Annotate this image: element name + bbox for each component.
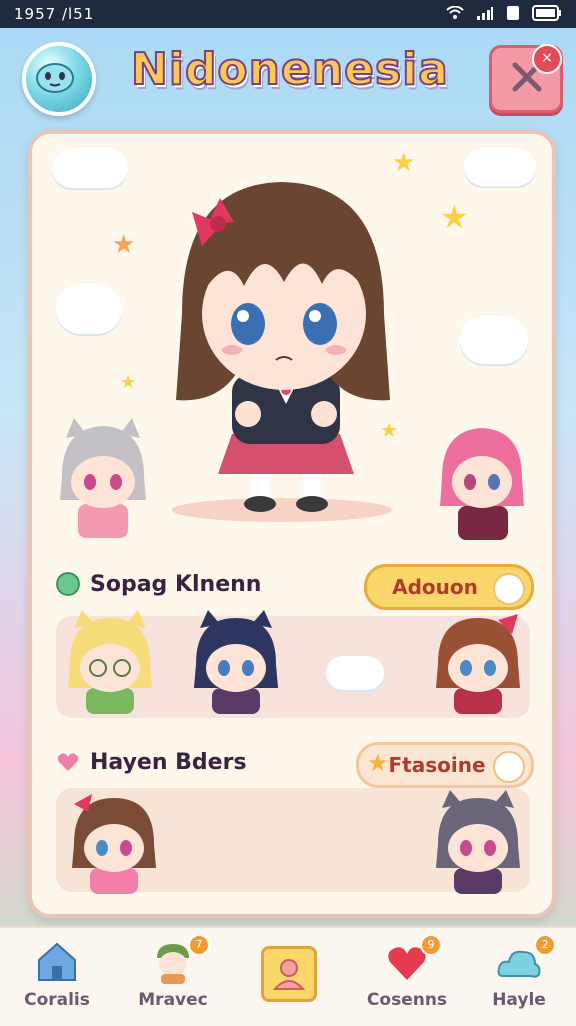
section-action-button[interactable]: Adouon bbox=[364, 564, 534, 610]
battery-icon bbox=[532, 5, 561, 21]
character-pink-hair bbox=[440, 428, 524, 540]
main-card: ★ ★ ★ ★ ★ Sopag Klnenn Adouon Hayen Bder… bbox=[28, 130, 556, 918]
character-row-panel bbox=[56, 788, 530, 894]
character-auburn-bow bbox=[436, 614, 520, 714]
button-label: Adouon bbox=[392, 575, 478, 599]
status-time: 1957 /l51 bbox=[14, 5, 95, 23]
nav-label: Hayle bbox=[492, 990, 546, 1010]
button-label: Ftasoine bbox=[388, 753, 486, 777]
cloud-face-decoration bbox=[326, 656, 384, 690]
nav-label: Cosenns bbox=[366, 990, 448, 1010]
nav-badge: 9 bbox=[420, 934, 442, 956]
character-row-panel bbox=[56, 610, 530, 718]
character-silver-cat bbox=[60, 418, 146, 538]
cloud-face-decoration bbox=[460, 316, 528, 364]
gem-icon bbox=[56, 572, 80, 596]
character-grey-cat bbox=[436, 790, 520, 894]
profile-button bbox=[261, 946, 317, 1002]
nav-label: Mravec bbox=[138, 990, 208, 1010]
character-blonde-cat bbox=[68, 610, 152, 714]
nav-badge: 7 bbox=[188, 934, 210, 956]
nav-item-profile[interactable] bbox=[234, 928, 344, 1026]
section-title: Hayen Bders bbox=[90, 750, 247, 775]
heart-icon bbox=[57, 753, 79, 771]
character-brown-bow bbox=[72, 794, 156, 894]
game-title: Nidonenesia bbox=[130, 43, 449, 96]
wifi-icon bbox=[446, 6, 464, 19]
star-icon: ★ bbox=[367, 749, 389, 777]
nav-item-mravec[interactable]: 7 Mravec bbox=[118, 928, 228, 1026]
nav-badge: 2 bbox=[534, 934, 556, 956]
nav-item-cosenns[interactable]: 9 Cosenns bbox=[352, 928, 462, 1026]
cloud-decoration bbox=[52, 148, 128, 188]
section-action-button[interactable]: ★ Ftasoine bbox=[356, 742, 534, 788]
nav-label: Coralis bbox=[24, 990, 90, 1010]
home-icon bbox=[38, 942, 76, 981]
main-character bbox=[172, 182, 392, 522]
status-bar: 1957 /l51 bbox=[0, 0, 576, 28]
sim-icon bbox=[507, 6, 519, 20]
slime-icon bbox=[36, 63, 74, 93]
heart-icon bbox=[493, 573, 525, 605]
close-badge: × bbox=[532, 44, 562, 74]
profile-icon bbox=[272, 959, 306, 990]
star-decoration: ★ bbox=[440, 198, 469, 236]
character-scene: ★ ★ ★ ★ ★ bbox=[32, 134, 552, 564]
character-navy-cat bbox=[194, 610, 278, 714]
section-title: Sopag Klnenn bbox=[90, 572, 262, 597]
bottom-nav: Coralis 7 Mravec 9 Cosenns 2 Hayle bbox=[0, 926, 576, 1026]
cloud-face-decoration bbox=[56, 284, 122, 334]
slime-avatar-button[interactable] bbox=[22, 42, 96, 116]
status-icons bbox=[446, 5, 562, 21]
nav-item-hayle[interactable]: 2 Hayle bbox=[464, 928, 574, 1026]
signal-icon bbox=[477, 7, 493, 20]
cloud-decoration bbox=[464, 148, 536, 186]
nav-item-coralis[interactable]: Coralis bbox=[2, 928, 112, 1026]
heart-icon bbox=[493, 751, 525, 783]
